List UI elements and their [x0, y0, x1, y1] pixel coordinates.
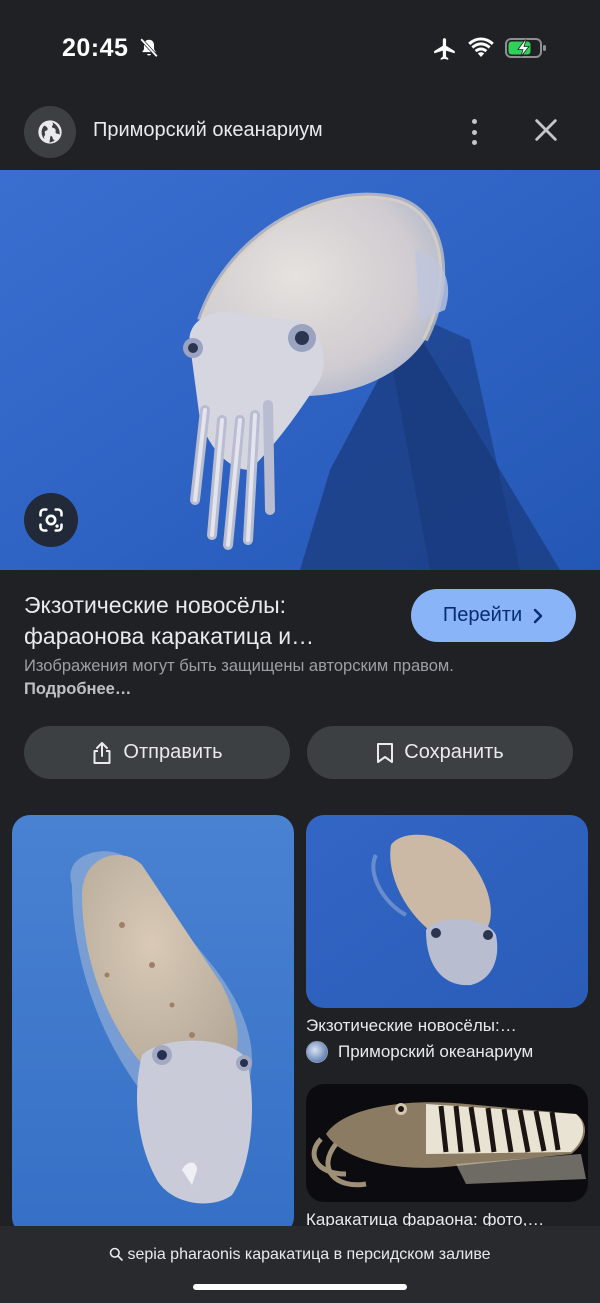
lens-icon [39, 508, 63, 532]
result-title-line2: фараонова каракатица и… [24, 623, 315, 649]
save-button[interactable]: Сохранить [307, 726, 573, 779]
airplane-icon [434, 38, 455, 60]
more-vert-icon[interactable] [462, 116, 486, 148]
wifi-icon [468, 37, 494, 57]
cuttlefish-thumbnail-2 [306, 815, 588, 1008]
cuttlefish-thumbnail-3 [306, 1084, 588, 1202]
copyright-notice: Изображения могут быть защищены авторски… [24, 655, 474, 701]
bookmark-icon [377, 742, 394, 763]
home-indicator[interactable] [193, 1284, 407, 1290]
site-name[interactable]: Приморский океанариум [93, 119, 323, 142]
visit-button-label: Перейти [442, 604, 523, 626]
related-image-1[interactable] [12, 815, 294, 1235]
more-info-link[interactable]: Подробнее… [24, 680, 131, 698]
related-source-name: Приморский океанариум [338, 1042, 534, 1061]
globe-icon [38, 120, 62, 144]
share-icon [93, 741, 111, 764]
chevron-right-icon [533, 608, 543, 623]
main-preview-image[interactable] [0, 170, 600, 570]
copyright-text: Изображения могут быть защищены авторски… [24, 657, 454, 675]
bottom-search-bar[interactable]: sepia pharaonis каракатица в персидском … [0, 1226, 600, 1303]
related-image-2[interactable] [306, 815, 588, 1008]
site-favicon-icon [306, 1041, 328, 1063]
save-label: Сохранить [404, 741, 504, 763]
close-icon[interactable] [532, 116, 560, 144]
google-lens-button[interactable] [24, 493, 78, 547]
share-label: Отправить [123, 741, 223, 763]
viewer-header: Приморский океанариум [0, 96, 600, 168]
search-query-text: sepia pharaonis каракатица в персидском … [127, 1246, 491, 1263]
related-image-3[interactable] [306, 1084, 588, 1202]
related-source-1[interactable]: Приморский океанариум [306, 1041, 533, 1063]
bell-off-icon [140, 38, 158, 58]
cuttlefish-photo [0, 170, 600, 570]
related-caption-1[interactable]: Экзотические новосёлы:… [306, 1016, 588, 1036]
site-favicon[interactable] [24, 106, 76, 158]
visit-button[interactable]: Перейти [411, 589, 576, 642]
cuttlefish-thumbnail-1 [12, 815, 294, 1235]
search-icon [110, 1247, 124, 1261]
result-title-line1: Экзотические новосёлы: [24, 592, 287, 618]
battery-charging-icon [505, 38, 546, 58]
clock: 20:45 [62, 34, 129, 62]
result-title[interactable]: Экзотические новосёлы: фараонова каракат… [24, 590, 384, 652]
status-bar: 20:45 [0, 0, 600, 96]
search-query[interactable]: sepia pharaonis каракатица в персидском … [0, 1246, 600, 1264]
share-button[interactable]: Отправить [24, 726, 290, 779]
